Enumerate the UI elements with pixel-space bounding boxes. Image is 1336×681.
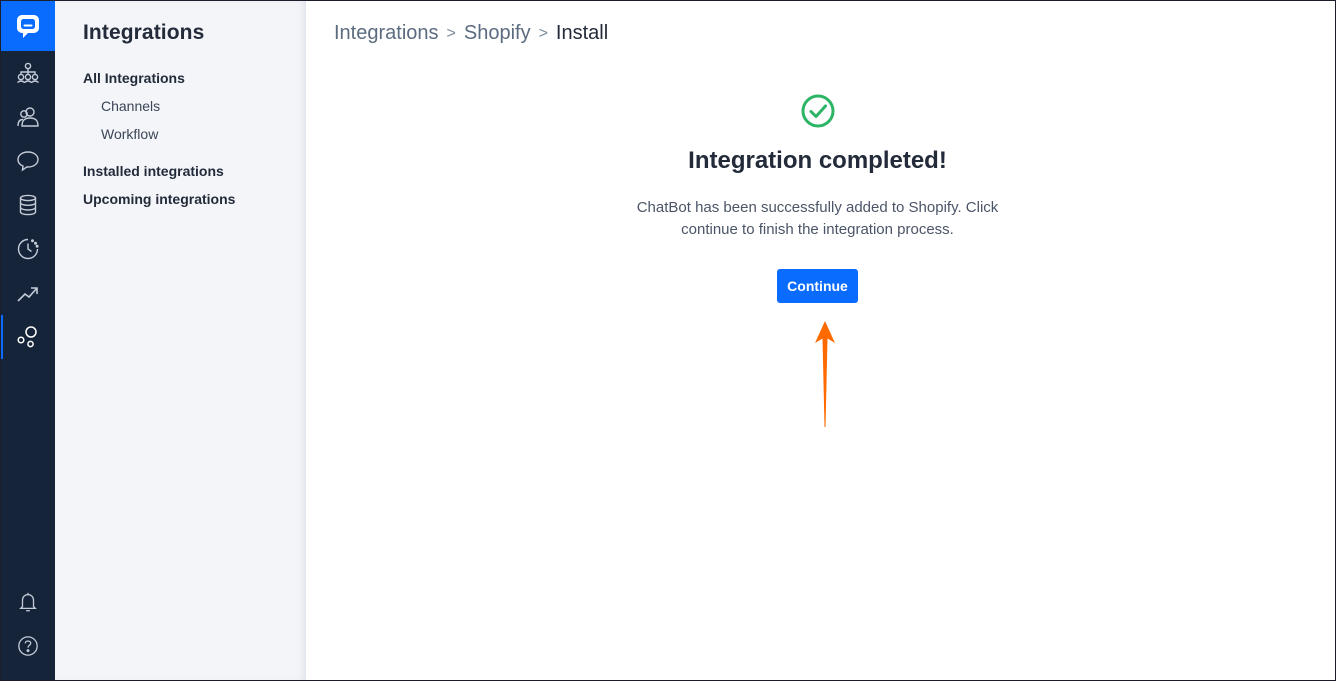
sidebar-item-upcoming-integrations[interactable]: Upcoming integrations xyxy=(83,185,306,213)
integrations-icon[interactable] xyxy=(1,315,55,359)
breadcrumb-install: Install xyxy=(555,22,609,44)
check-circle-icon xyxy=(800,93,836,129)
trend-up-icon[interactable] xyxy=(1,271,55,315)
sidebar-item-installed-integrations[interactable]: Installed integrations xyxy=(83,157,306,185)
breadcrumb-separator: > xyxy=(446,24,456,42)
database-icon[interactable] xyxy=(1,183,55,227)
icon-rail xyxy=(1,1,55,680)
breadcrumb-shopify[interactable]: Shopify xyxy=(464,22,531,45)
main-content: Integrations > Shopify > Install Integra… xyxy=(306,1,1335,680)
completion-panel: Integration completed! ChatBot has been … xyxy=(303,93,1332,303)
completion-description: ChatBot has been successfully added to S… xyxy=(636,199,999,238)
sidebar-title: Integrations xyxy=(83,21,205,44)
continue-button[interactable]: Continue xyxy=(777,269,858,303)
history-icon[interactable] xyxy=(1,227,55,271)
integrations-sidebar: Integrations All Integrations Channels W… xyxy=(55,1,306,680)
rail-bottom-group xyxy=(1,580,55,668)
chatbot-logo-icon[interactable] xyxy=(1,1,55,51)
orange-arrow-icon xyxy=(815,321,835,427)
sidebar-item-all-integrations[interactable]: All Integrations xyxy=(83,64,306,92)
sidebar-item-workflow[interactable]: Workflow xyxy=(83,120,306,148)
users-icon[interactable] xyxy=(1,95,55,139)
chat-bubble-icon[interactable] xyxy=(1,139,55,183)
breadcrumb-integrations[interactable]: Integrations xyxy=(334,22,439,45)
sidebar-item-channels[interactable]: Channels xyxy=(83,92,306,120)
breadcrumb-separator: > xyxy=(538,24,548,42)
app-window: Integrations All Integrations Channels W… xyxy=(0,0,1336,681)
bell-icon[interactable] xyxy=(1,580,55,624)
org-chart-icon[interactable] xyxy=(1,51,55,95)
breadcrumb: Integrations > Shopify > Install xyxy=(334,22,608,45)
help-icon[interactable] xyxy=(1,624,55,668)
completion-heading: Integration completed! xyxy=(688,147,947,174)
